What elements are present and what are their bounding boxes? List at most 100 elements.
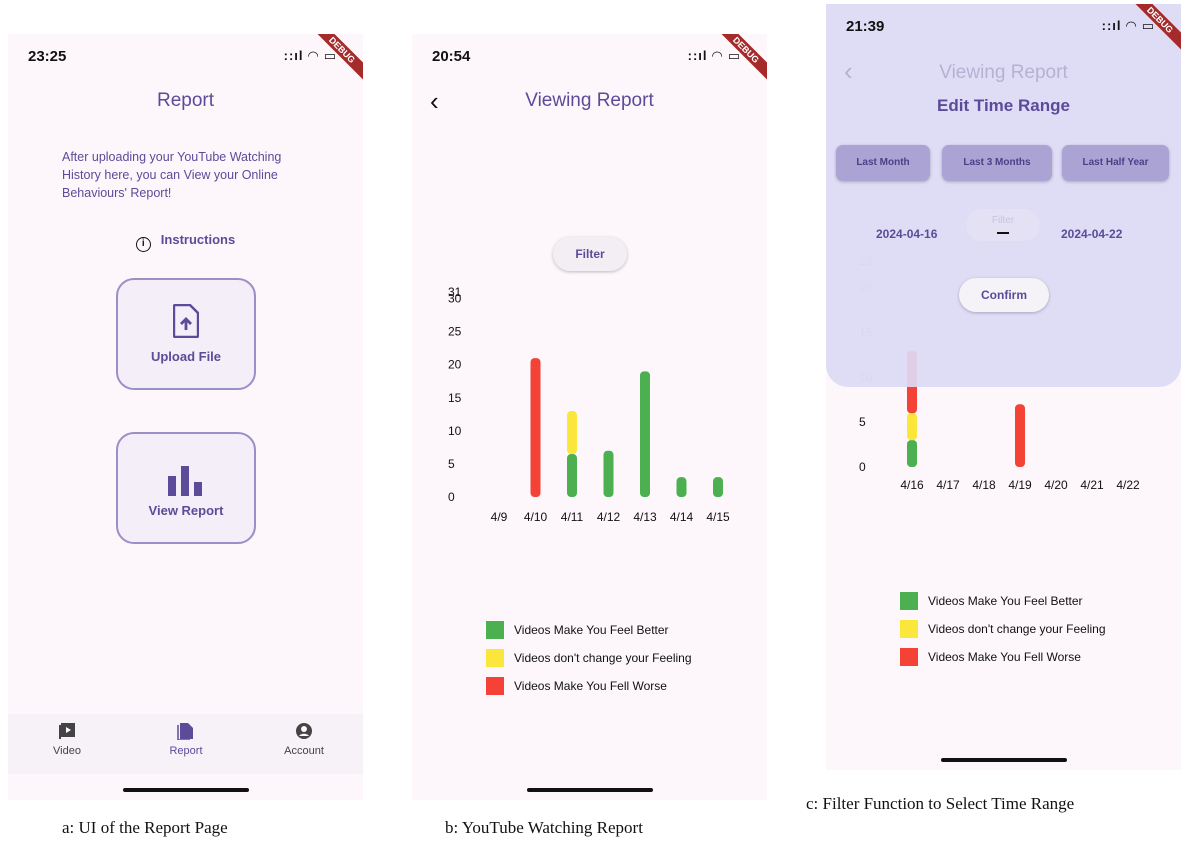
y-tick-label: 10 bbox=[448, 424, 462, 438]
bar-segment bbox=[1015, 404, 1025, 467]
start-date[interactable]: 2024-04-16 bbox=[876, 227, 937, 241]
bar-segment bbox=[530, 358, 541, 497]
tab-account[interactable]: Account bbox=[254, 714, 354, 757]
tab-video[interactable]: Video bbox=[17, 714, 117, 757]
caption-c: c: Filter Function to Select Time Range bbox=[806, 794, 1075, 813]
x-tick-label: 4/11 bbox=[561, 510, 584, 524]
x-tick-label: 4/18 bbox=[972, 478, 996, 492]
chart-legend: Videos Make You Feel Better Videos don't… bbox=[486, 616, 692, 700]
y-tick-label: 0 bbox=[448, 490, 455, 504]
x-tick-label: 4/22 bbox=[1116, 478, 1140, 492]
tab-report-label: Report bbox=[169, 745, 203, 757]
upload-file-label: Upload File bbox=[150, 349, 222, 364]
bar-segment bbox=[567, 454, 577, 497]
bar-segment bbox=[567, 411, 577, 455]
y-tick-label: 5 bbox=[448, 457, 455, 471]
x-tick-label: 4/13 bbox=[633, 510, 657, 524]
legend-swatch bbox=[486, 621, 504, 639]
confirm-button[interactable]: Confirm bbox=[959, 278, 1049, 312]
home-indicator bbox=[122, 788, 249, 792]
page-title: Viewing Report bbox=[939, 62, 1068, 83]
filter-button[interactable]: Filter bbox=[553, 237, 627, 271]
x-tick-label: 4/19 bbox=[1008, 478, 1032, 492]
instructions-link[interactable]: i Instructions bbox=[8, 232, 363, 252]
upload-file-button[interactable]: Upload File bbox=[116, 278, 256, 390]
x-tick-label: 4/14 bbox=[670, 510, 694, 524]
status-icons: ::ıl ◠ ▭ bbox=[283, 48, 337, 63]
chart-legend: Videos Make You Feel Better Videos don't… bbox=[900, 587, 1106, 671]
y-tick-label: 25 bbox=[448, 325, 462, 339]
filter-ghost-label: Filter bbox=[991, 215, 1015, 226]
legend-label: Videos Make You Feel Better bbox=[928, 594, 1083, 608]
viewing-report-screen: 20:54 ::ıl ◠ ▭ DEBUG ‹ Viewing Report Fi… bbox=[412, 34, 767, 800]
tab-report[interactable]: Report bbox=[136, 714, 236, 757]
y-tick-label: 5 bbox=[859, 415, 866, 429]
caption-a: a: UI of the Report Page bbox=[62, 818, 228, 837]
last-3-months-button[interactable]: Last 3 Months bbox=[942, 145, 1052, 181]
tab-account-label: Account bbox=[284, 745, 324, 757]
legend-swatch bbox=[486, 649, 504, 667]
status-icons: ::ıl ◠ ▭ bbox=[687, 48, 741, 63]
bar-segment bbox=[907, 413, 917, 441]
edit-time-range-sheet: 21:39 ::ıl ◠ ▭ ‹ Viewing Report Edit Tim… bbox=[826, 4, 1181, 387]
legend-swatch bbox=[486, 677, 504, 695]
x-tick-label: 4/10 bbox=[524, 510, 548, 524]
bar-segment bbox=[603, 450, 614, 497]
legend-label: Videos don't change your Feeling bbox=[514, 651, 692, 665]
view-report-label: View Report bbox=[148, 503, 224, 518]
x-tick-label: 4/17 bbox=[936, 478, 960, 492]
legend-item-better: Videos Make You Feel Better bbox=[900, 587, 1106, 615]
home-indicator bbox=[940, 758, 1067, 762]
page-title: Report bbox=[156, 90, 215, 111]
x-tick-label: 4/9 bbox=[491, 510, 508, 524]
legend-item-worse: Videos Make You Fell Worse bbox=[900, 643, 1106, 671]
last-half-year-button[interactable]: Last Half Year bbox=[1062, 145, 1169, 181]
page-title: Viewing Report bbox=[525, 90, 654, 111]
y-tick-label: 31 bbox=[448, 285, 462, 299]
x-tick-label: 4/15 bbox=[706, 510, 730, 524]
info-icon: i bbox=[135, 237, 151, 252]
y-tick-label: 15 bbox=[448, 391, 462, 405]
legend-swatch bbox=[900, 620, 918, 638]
legend-item-neutral: Videos don't change your Feeling bbox=[900, 615, 1106, 643]
sheet-title: Edit Time Range bbox=[937, 96, 1070, 115]
legend-swatch bbox=[900, 592, 918, 610]
bar-segment bbox=[676, 477, 687, 497]
bar-chart-icon bbox=[168, 466, 202, 496]
legend-label: Videos Make You Feel Better bbox=[514, 623, 669, 637]
x-tick-label: 4/20 bbox=[1044, 478, 1068, 492]
upload-file-icon bbox=[173, 304, 199, 338]
end-date[interactable]: 2024-04-22 bbox=[1061, 227, 1122, 241]
tab-video-label: Video bbox=[53, 745, 81, 757]
x-tick-label: 4/12 bbox=[597, 510, 621, 524]
legend-item-worse: Videos Make You Fell Worse bbox=[486, 672, 692, 700]
status-time: 21:39 bbox=[846, 18, 885, 35]
report-page-screen: 23:25 ::ıl ◠ ▭ DEBUG Report After upload… bbox=[8, 34, 363, 800]
filter-screen: 05101520234/164/174/184/194/204/214/22 V… bbox=[826, 4, 1181, 770]
account-circle-icon bbox=[296, 723, 312, 739]
last-month-button[interactable]: Last Month bbox=[836, 145, 930, 181]
legend-item-better: Videos Make You Feel Better bbox=[486, 616, 692, 644]
x-tick-label: 4/16 bbox=[900, 478, 924, 492]
date-separator bbox=[997, 232, 1009, 234]
document-icon bbox=[177, 723, 193, 740]
bar-segment bbox=[640, 371, 650, 497]
legend-label: Videos don't change your Feeling bbox=[928, 622, 1106, 636]
intro-text: After uploading your YouTube Watching Hi… bbox=[62, 150, 282, 200]
x-tick-label: 4/21 bbox=[1080, 478, 1104, 492]
bar-segment bbox=[907, 440, 917, 467]
report-chart: 051015202530314/9 4/10 4/11 4/12 4/13 4/14 4/1… bbox=[448, 285, 730, 524]
bottom-tab-bar: Video Report Account bbox=[8, 714, 363, 774]
filter-button-ghost: Filter bbox=[966, 209, 1040, 241]
y-tick-label: 0 bbox=[859, 460, 866, 474]
caption-b: b: YouTube Watching Report bbox=[445, 818, 643, 837]
status-time: 20:54 bbox=[432, 48, 471, 65]
view-report-button[interactable]: View Report bbox=[116, 432, 256, 544]
legend-item-neutral: Videos don't change your Feeling bbox=[486, 644, 692, 672]
video-library-icon bbox=[59, 723, 75, 739]
status-icons: ::ıl ◠ ▭ bbox=[1101, 18, 1155, 33]
legend-swatch bbox=[900, 648, 918, 666]
status-time: 23:25 bbox=[28, 48, 67, 65]
legend-label: Videos Make You Fell Worse bbox=[928, 650, 1081, 664]
instructions-label: Instructions bbox=[160, 232, 236, 247]
